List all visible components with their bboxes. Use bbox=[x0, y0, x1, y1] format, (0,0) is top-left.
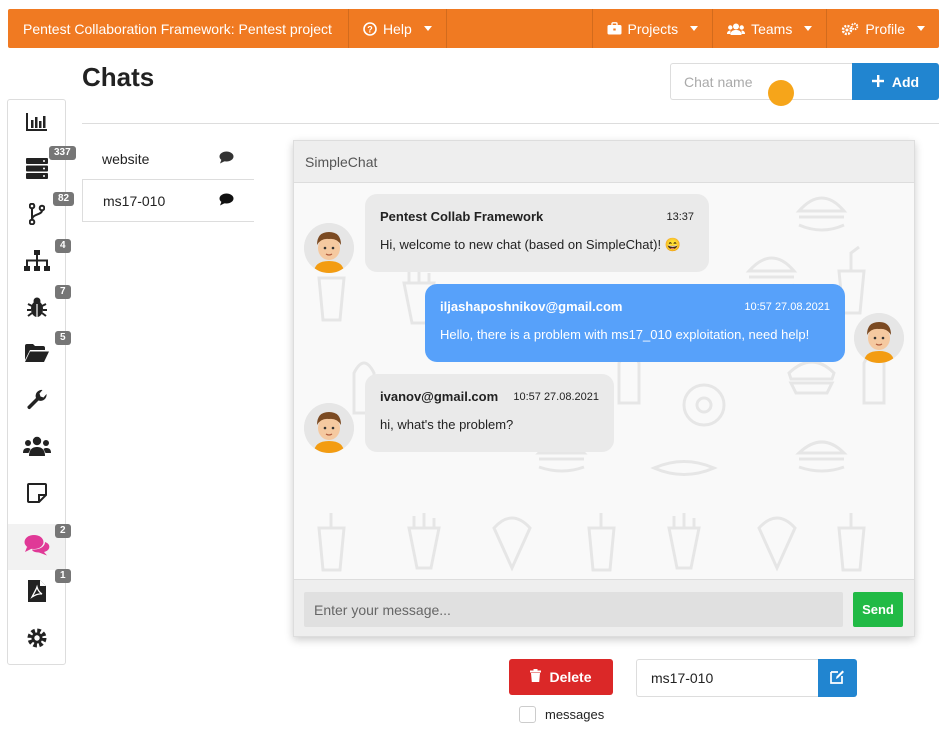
chevron-down-icon bbox=[804, 26, 813, 31]
chat-panel: SimpleChat Pentest Collab Framework 13:3… bbox=[293, 140, 915, 637]
divider bbox=[82, 123, 939, 124]
message-text: Hello, there is a problem with ms17_010 … bbox=[440, 327, 810, 342]
chat-header: SimpleChat bbox=[294, 141, 914, 183]
chat-list: website ms17-010 bbox=[82, 138, 254, 222]
chevron-down-icon bbox=[917, 26, 925, 31]
bug-icon bbox=[26, 296, 48, 323]
chat-list-item-website[interactable]: website bbox=[82, 138, 254, 180]
help-label: Help bbox=[382, 20, 412, 37]
add-label: Add bbox=[891, 73, 920, 90]
pdf-icon bbox=[27, 579, 46, 607]
message-text: Hi, welcome to new chat (based on Simple… bbox=[380, 237, 681, 252]
chat-list-item-label: website bbox=[102, 150, 150, 167]
page-title: Chats bbox=[82, 62, 155, 92]
chat-message: iljashaposhnikov@gmail.com 10:57 27.08.20… bbox=[425, 284, 845, 362]
sidebar-item-notes[interactable] bbox=[8, 472, 65, 518]
chevron-down-icon bbox=[690, 26, 699, 31]
sidebar: 337 82 4 7 5 2 1 bbox=[7, 99, 76, 665]
chat-name-input[interactable] bbox=[670, 63, 853, 100]
server-icon bbox=[25, 157, 48, 184]
avatar bbox=[304, 223, 354, 273]
message-time: 10:57 27.08.2021 bbox=[513, 390, 599, 403]
comments-icon bbox=[24, 534, 50, 561]
plus-icon bbox=[871, 74, 884, 90]
sidebar-item-settings[interactable] bbox=[8, 617, 65, 663]
svg-text:?: ? bbox=[367, 24, 373, 34]
sidebar-badge: 5 bbox=[55, 331, 71, 345]
sidebar-badge: 7 bbox=[55, 285, 71, 299]
sidebar-item-chats[interactable]: 2 bbox=[8, 524, 71, 570]
edit-icon bbox=[830, 669, 845, 687]
rename-chat-button[interactable] bbox=[818, 659, 857, 697]
sidebar-badge: 4 bbox=[55, 239, 71, 253]
network-icon bbox=[23, 249, 50, 277]
top-navbar: Pentest Collaboration Framework: Pentest… bbox=[8, 9, 939, 48]
avatar bbox=[304, 403, 354, 453]
comment-icon bbox=[219, 193, 234, 209]
sidebar-item-files[interactable]: 5 bbox=[8, 331, 71, 378]
branch-icon bbox=[28, 202, 45, 230]
message-input[interactable] bbox=[304, 592, 843, 627]
settings-icon bbox=[26, 627, 48, 654]
sidebar-item-hosts[interactable]: 337 bbox=[8, 146, 76, 193]
brand-link[interactable]: Pentest Collaboration Framework: Pentest… bbox=[8, 9, 349, 48]
sidebar-badge: 2 bbox=[55, 524, 71, 538]
chat-list-item-label: ms17-010 bbox=[103, 192, 166, 209]
sidebar-item-branches[interactable]: 82 bbox=[8, 192, 75, 239]
users-icon bbox=[727, 23, 746, 35]
profile-menu[interactable]: Profile bbox=[827, 9, 939, 48]
message-time: 13:37 bbox=[666, 210, 694, 223]
delete-messages-label: messages bbox=[545, 707, 605, 722]
sidebar-item-reports[interactable]: 1 bbox=[8, 569, 71, 616]
message-time: 10:57 27.08.2021 bbox=[744, 300, 830, 313]
avatar bbox=[854, 313, 904, 363]
delete-chat-button[interactable]: Delete bbox=[509, 659, 613, 695]
chat-footer: Send bbox=[294, 579, 914, 636]
sidebar-item-team[interactable] bbox=[8, 425, 65, 471]
chat-message: ivanov@gmail.com 10:57 27.08.2021 hi, wha… bbox=[365, 374, 614, 452]
delete-label: Delete bbox=[549, 669, 592, 685]
wrench-icon bbox=[26, 389, 48, 416]
sidebar-item-dashboard[interactable] bbox=[8, 101, 65, 147]
message-author: iljashaposhnikov@gmail.com bbox=[440, 299, 623, 314]
message-text: hi, what's the problem? bbox=[380, 417, 514, 432]
cogs-icon bbox=[841, 22, 859, 36]
trash-icon bbox=[530, 669, 542, 685]
chat-rename-input[interactable] bbox=[636, 659, 819, 697]
teams-label: Teams bbox=[751, 20, 793, 37]
projects-menu[interactable]: Projects bbox=[593, 9, 714, 48]
sidebar-item-issues[interactable]: 7 bbox=[8, 285, 71, 332]
briefcase-icon bbox=[607, 22, 622, 35]
sidebar-badge: 337 bbox=[49, 146, 76, 160]
sidebar-badge: 1 bbox=[55, 569, 71, 583]
chat-messages[interactable]: Pentest Collab Framework 13:37 Hi, welcom… bbox=[294, 183, 914, 579]
comment-icon bbox=[219, 151, 234, 167]
folder-open-icon bbox=[24, 343, 49, 367]
question-circle-icon: ? bbox=[363, 21, 377, 36]
projects-label: Projects bbox=[627, 20, 679, 37]
message-author: Pentest Collab Framework bbox=[380, 209, 544, 224]
help-menu[interactable]: ? Help bbox=[349, 9, 447, 48]
brand-label: Pentest Collaboration Framework: Pentest… bbox=[23, 20, 332, 37]
sidebar-item-network[interactable]: 4 bbox=[8, 239, 71, 286]
delete-messages-checkbox[interactable] bbox=[519, 706, 536, 723]
chat-message: Pentest Collab Framework 13:37 Hi, welcom… bbox=[365, 194, 709, 272]
cursor-indicator bbox=[768, 80, 794, 106]
chevron-down-icon bbox=[423, 26, 432, 31]
add-chat-button[interactable]: Add bbox=[852, 63, 939, 100]
bar-chart-icon bbox=[25, 112, 48, 137]
users-icon bbox=[22, 436, 51, 461]
profile-label: Profile bbox=[865, 20, 905, 37]
message-author: ivanov@gmail.com bbox=[380, 389, 499, 404]
teams-menu[interactable]: Teams bbox=[713, 9, 828, 48]
chat-list-item-ms17-010[interactable]: ms17-010 bbox=[82, 180, 254, 222]
send-button[interactable]: Send bbox=[853, 592, 903, 627]
note-icon bbox=[26, 482, 47, 508]
sidebar-item-tools[interactable] bbox=[8, 379, 65, 425]
sidebar-badge: 82 bbox=[53, 192, 75, 206]
